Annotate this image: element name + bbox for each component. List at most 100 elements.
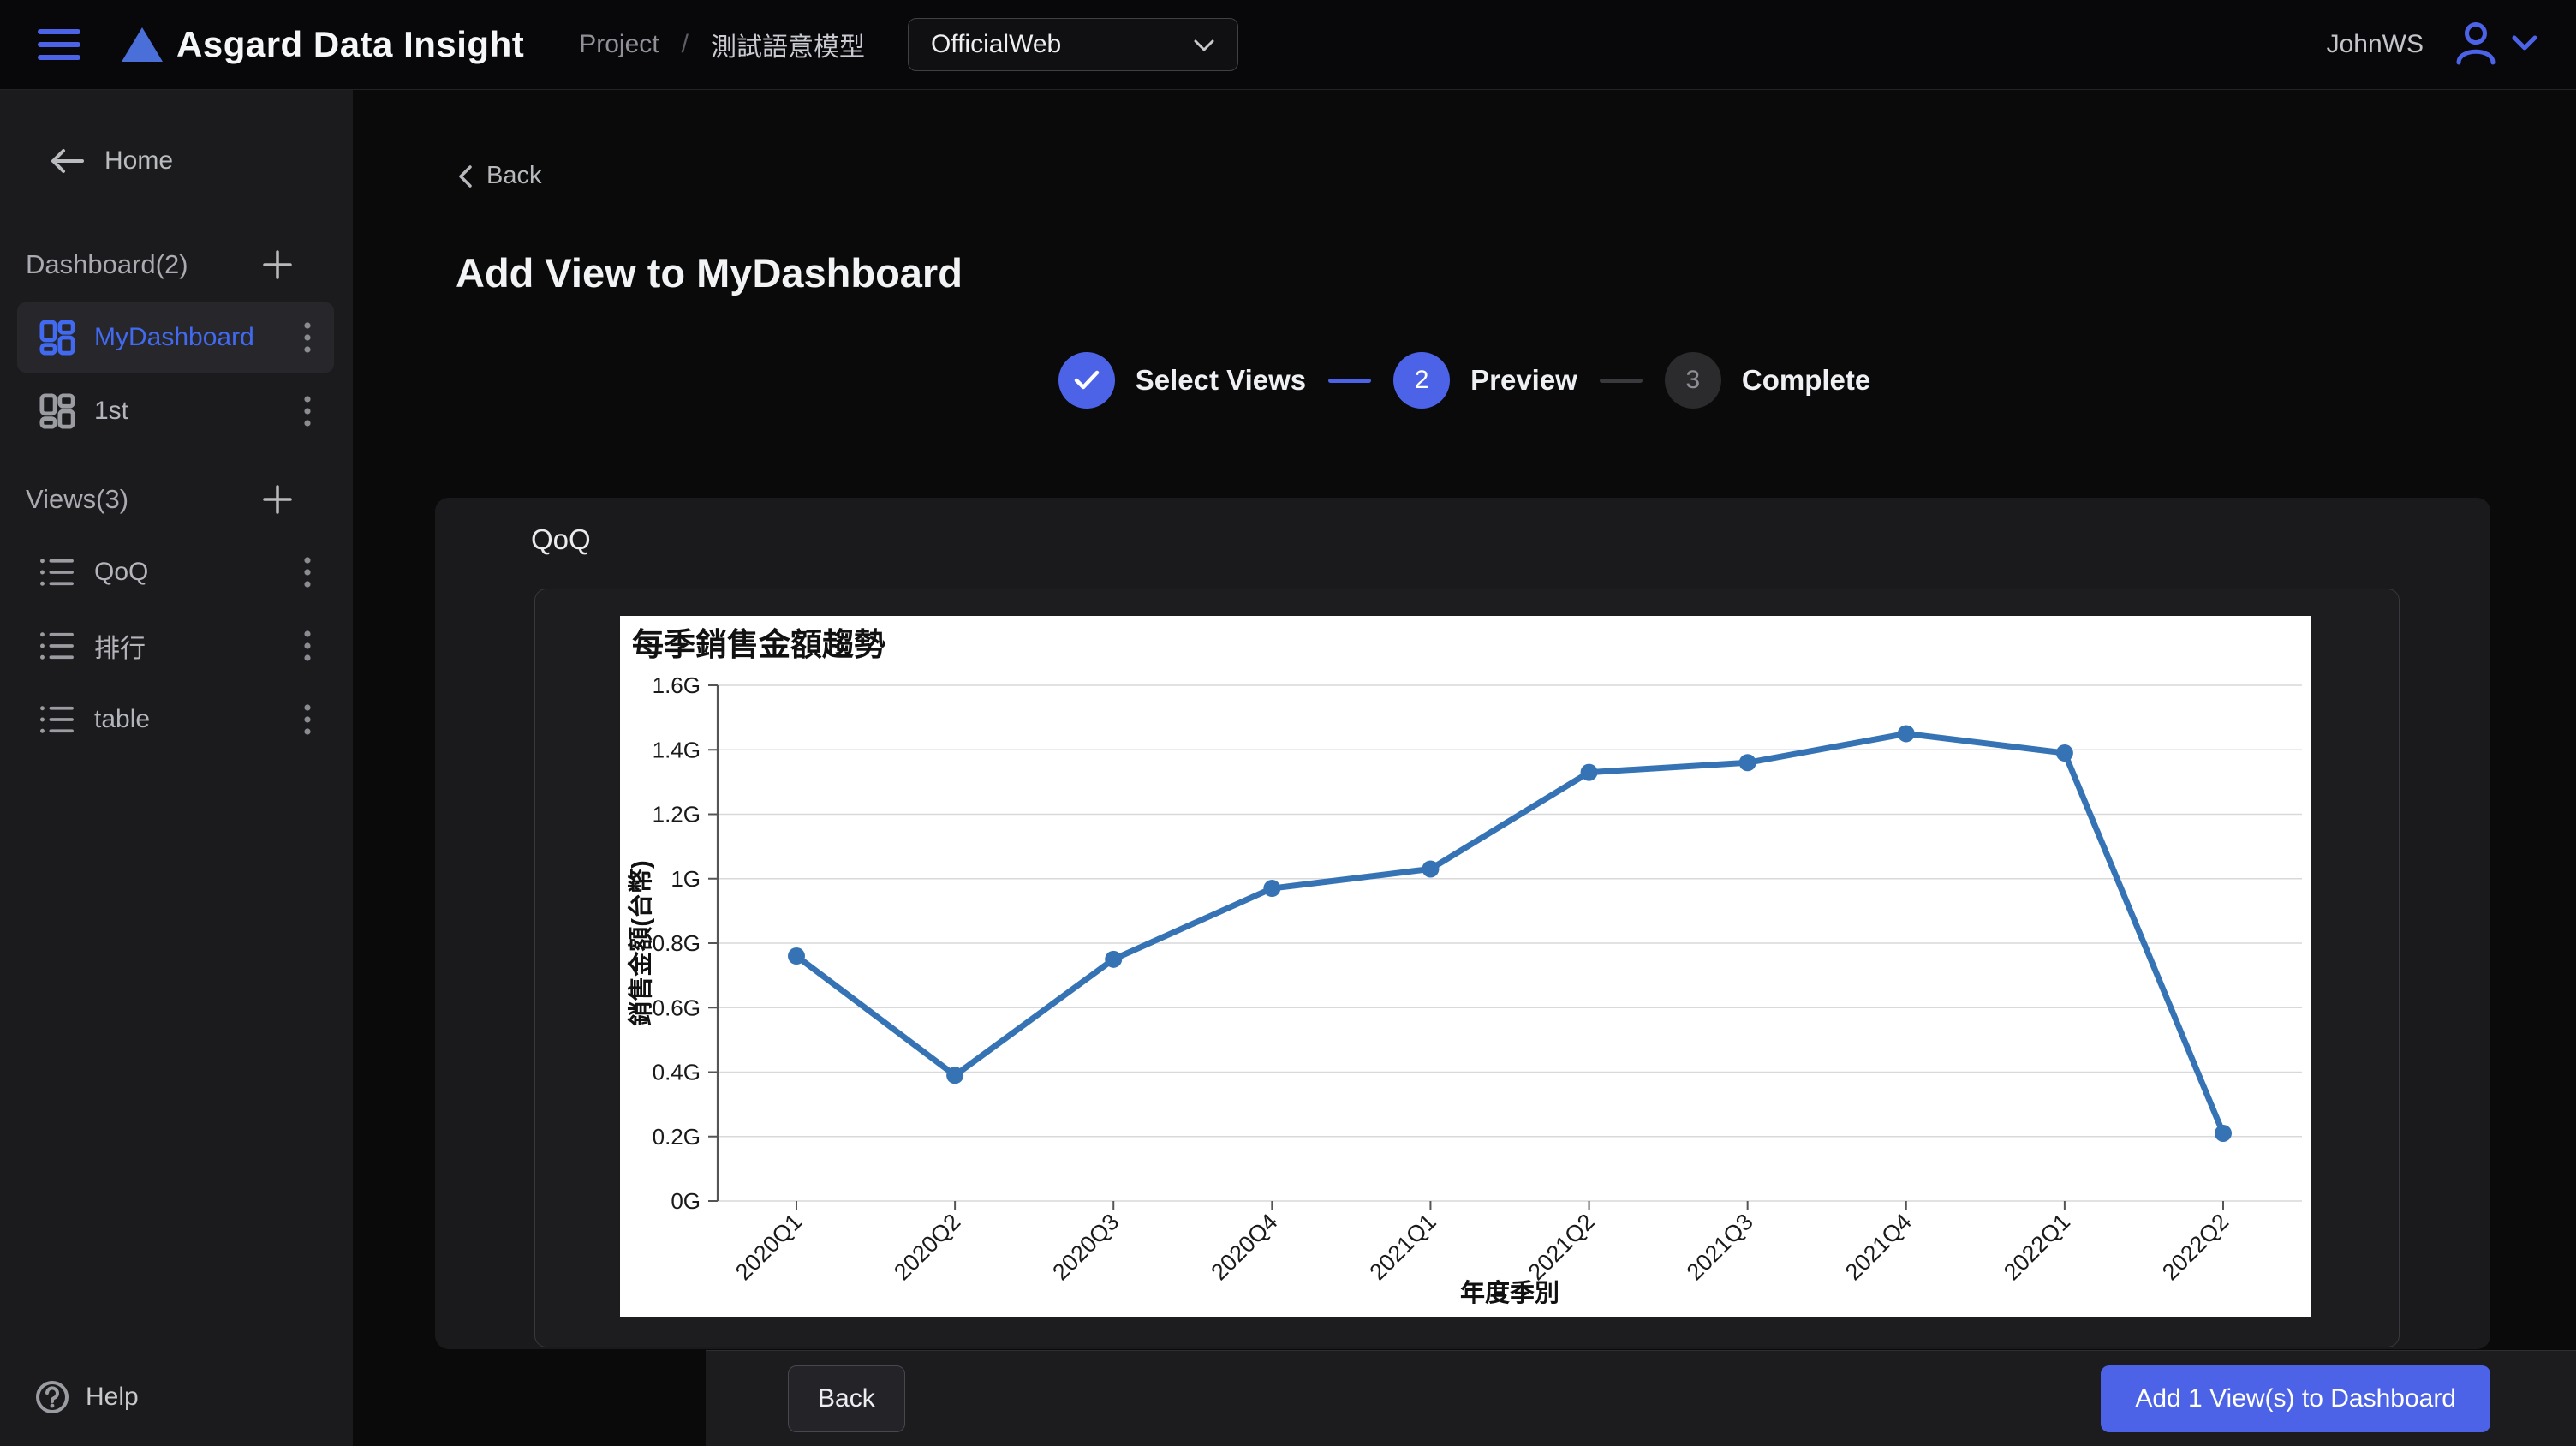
- chart-panel: 0G 0.2G 0.4G 0.6G 0.8G 1G 1.2G 1.4G 1.6G 2020Q1 20…: [534, 589, 2400, 1347]
- sidebar-views-header: Views(3): [0, 484, 353, 515]
- topbar: Asgard Data Insight Project / 測試語意模型 Off…: [0, 0, 2576, 90]
- sidebar-item-label: QoQ: [94, 558, 148, 587]
- step-preview: 2 Preview: [1393, 352, 1577, 409]
- svg-text:1.4G: 1.4G: [653, 737, 701, 762]
- item-menu-kebab-icon[interactable]: [303, 320, 312, 355]
- back-link[interactable]: Back: [457, 162, 541, 190]
- footer-back-button[interactable]: Back: [788, 1365, 905, 1432]
- svg-text:每季銷售金額趨勢: 每季銷售金額趨勢: [632, 626, 886, 662]
- step-complete: 3 Complete: [1665, 352, 1870, 409]
- breadcrumb-current: 測試語意模型: [711, 26, 865, 63]
- svg-text:2021Q3: 2021Q3: [1682, 1209, 1758, 1285]
- svg-text:2020Q4: 2020Q4: [1206, 1209, 1282, 1285]
- svg-text:0.2G: 0.2G: [653, 1124, 701, 1150]
- sidebar-home-label: Home: [104, 146, 173, 176]
- footer-bar: Back Add 1 View(s) to Dashboard: [706, 1350, 2576, 1446]
- svg-text:0.8G: 0.8G: [653, 930, 701, 956]
- qoq-line-chart: 0G 0.2G 0.4G 0.6G 0.8G 1G 1.2G 1.4G 1.6G 2020Q1 20…: [620, 616, 2311, 1317]
- help-label: Help: [86, 1383, 139, 1412]
- svg-text:2021Q4: 2021Q4: [1840, 1209, 1917, 1285]
- arrow-left-icon: [48, 147, 86, 175]
- step-2-label: Preview: [1470, 364, 1577, 397]
- step-1-circle: [1058, 352, 1115, 409]
- user-name: JohnWS: [2327, 30, 2424, 59]
- svg-text:0.4G: 0.4G: [653, 1060, 701, 1085]
- svg-text:2020Q2: 2020Q2: [889, 1209, 965, 1285]
- svg-text:2022Q1: 2022Q1: [1999, 1209, 2075, 1285]
- back-link-label: Back: [486, 162, 541, 190]
- breadcrumb-project[interactable]: Project: [579, 30, 659, 59]
- svg-text:年度季別: 年度季別: [1460, 1278, 1559, 1307]
- sidebar-item-qoq[interactable]: QoQ: [17, 537, 334, 607]
- item-menu-kebab-icon[interactable]: [303, 629, 312, 663]
- sidebar-item-mydashboard[interactable]: MyDashboard: [17, 302, 334, 373]
- sidebar-dashboards-header-label: Dashboard(2): [26, 249, 188, 280]
- sidebar-item-label: 1st: [94, 397, 128, 426]
- breadcrumb: Project / 測試語意模型: [579, 26, 865, 63]
- sidebar-item-label: table: [94, 705, 150, 734]
- step-1-label: Select Views: [1136, 364, 1306, 397]
- svg-text:2020Q3: 2020Q3: [1047, 1209, 1124, 1285]
- svg-text:2020Q1: 2020Q1: [730, 1209, 807, 1285]
- sidebar-item-table[interactable]: table: [17, 684, 334, 755]
- dashboard-grid-icon: [39, 320, 75, 356]
- svg-text:1.2G: 1.2G: [653, 802, 701, 828]
- step-3-label: Complete: [1742, 364, 1870, 397]
- chevron-left-icon: [457, 164, 473, 188]
- stepper: Select Views 2 Preview 3 Complete: [353, 352, 2576, 409]
- list-icon: [39, 630, 75, 661]
- svg-text:1G: 1G: [671, 866, 701, 892]
- step-select-views: Select Views: [1058, 352, 1306, 409]
- item-menu-kebab-icon[interactable]: [303, 394, 312, 428]
- sidebar-item-1st[interactable]: 1st: [17, 376, 334, 446]
- view-name: QoQ: [531, 523, 591, 556]
- help-button[interactable]: Help: [34, 1379, 139, 1415]
- hamburger-menu-icon[interactable]: [38, 29, 80, 60]
- item-menu-kebab-icon[interactable]: [303, 702, 312, 737]
- item-menu-kebab-icon[interactable]: [303, 555, 312, 589]
- plus-icon: [262, 249, 293, 280]
- chart-area: 0G 0.2G 0.4G 0.6G 0.8G 1G 1.2G 1.4G 1.6G 2020Q1 20…: [620, 616, 2311, 1317]
- help-circle-icon: [34, 1379, 70, 1415]
- step-2-circle: 2: [1393, 352, 1450, 409]
- dashboard-grid-icon: [39, 393, 75, 429]
- svg-text:0.6G: 0.6G: [653, 995, 701, 1020]
- sidebar-item-label: MyDashboard: [94, 323, 254, 352]
- check-icon: [1074, 370, 1100, 391]
- view-preview-card: QoQ 0G 0.2G 0.4G 0.6G 0.8G 1G 1.2G 1.4G 1.6G 2020…: [435, 498, 2490, 1349]
- step-connector: [1600, 379, 1643, 383]
- step-connector: [1328, 379, 1371, 383]
- svg-text:銷售金額(台幣): 銷售金額(台幣): [626, 860, 655, 1025]
- main-content: Back Add View to MyDashboard Select View…: [353, 90, 2576, 1446]
- project-dropdown-value: OfficialWeb: [931, 30, 1061, 59]
- chevron-down-icon: [1193, 30, 1215, 59]
- page-title: Add View to MyDashboard: [456, 249, 963, 296]
- add-dashboard-button[interactable]: [262, 249, 293, 280]
- sidebar-views-header-label: Views(3): [26, 484, 128, 515]
- step-3-circle: 3: [1665, 352, 1721, 409]
- user-menu-chevron-icon[interactable]: [2511, 34, 2538, 56]
- breadcrumb-separator: /: [682, 30, 689, 59]
- list-icon: [39, 557, 75, 588]
- project-dropdown[interactable]: OfficialWeb: [908, 18, 1238, 71]
- user-avatar-icon[interactable]: [2453, 20, 2499, 70]
- sidebar-home-link[interactable]: Home: [0, 146, 353, 176]
- plus-icon: [262, 484, 293, 515]
- add-views-to-dashboard-button[interactable]: Add 1 View(s) to Dashboard: [2101, 1365, 2490, 1432]
- svg-text:1.6G: 1.6G: [653, 672, 701, 698]
- app-window: Asgard Data Insight Project / 測試語意模型 Off…: [0, 0, 2576, 1446]
- add-view-button[interactable]: [262, 484, 293, 515]
- views-list: QoQ 排行: [0, 537, 353, 755]
- sidebar-item-ranking[interactable]: 排行: [17, 611, 334, 681]
- app-title: Asgard Data Insight: [176, 24, 524, 65]
- svg-text:0G: 0G: [671, 1188, 701, 1214]
- svg-text:2021Q1: 2021Q1: [1365, 1209, 1441, 1285]
- svg-text:2021Q2: 2021Q2: [1524, 1209, 1600, 1285]
- sidebar: Home Dashboard(2) MyDashboard: [0, 90, 353, 1446]
- list-icon: [39, 704, 75, 735]
- sidebar-dashboards-header: Dashboard(2): [0, 249, 353, 280]
- dashboard-list: MyDashboard 1st: [0, 302, 353, 446]
- svg-text:2022Q2: 2022Q2: [2157, 1209, 2233, 1285]
- sidebar-item-label: 排行: [94, 627, 146, 665]
- app-logo-icon: [122, 27, 163, 62]
